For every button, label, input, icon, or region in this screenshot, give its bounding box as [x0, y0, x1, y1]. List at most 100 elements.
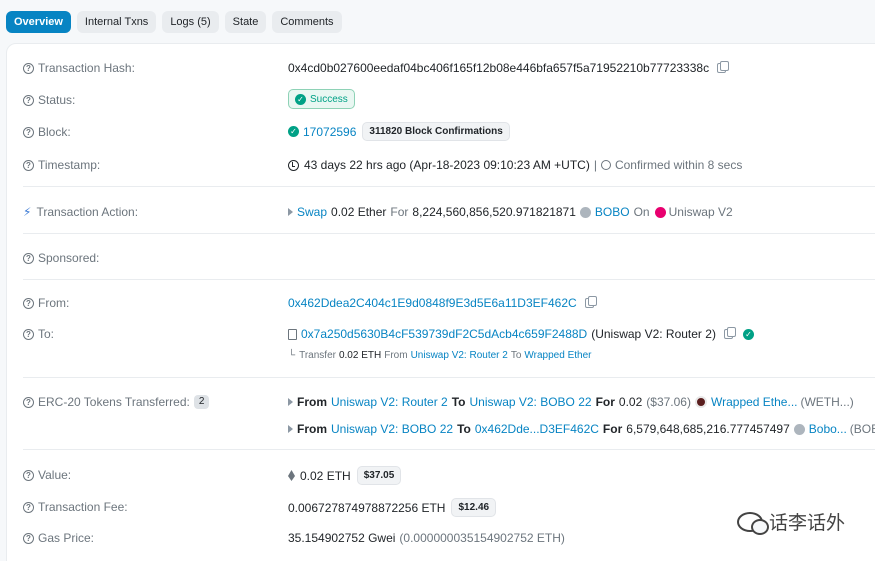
to-address-link[interactable]: 0x7a250d5630B4cF539739dF2C5dAcb4c659F248…: [301, 327, 587, 341]
timer-icon: [600, 160, 611, 170]
tab-overview[interactable]: Overview: [6, 11, 71, 33]
label-timestamp: Timestamp:: [38, 158, 101, 172]
erc20-token-symbol: (BOBO...): [849, 422, 875, 436]
label-tx-fee: Transaction Fee:: [38, 500, 128, 514]
help-icon[interactable]: ?: [23, 252, 34, 264]
internal-to-link[interactable]: Wrapped Ether: [524, 350, 591, 361]
help-icon[interactable]: ?: [23, 297, 34, 309]
value-eth: 0.02 ETH: [300, 468, 351, 483]
row-timestamp: ? Timestamp: 43 days 22 hrs ago (Apr-18-2…: [23, 158, 875, 172]
help-icon[interactable]: ?: [23, 532, 34, 544]
row-from: ? From: 0x462Ddea2C404c1E9d0848f9E3d5E6a1…: [23, 296, 875, 310]
block-number-link[interactable]: 17072596: [303, 125, 356, 139]
dex-name: Uniswap V2: [668, 205, 733, 219]
row-erc20-2: From Uniswap V2: BOBO 22 To 0x462Dde...D…: [23, 422, 875, 436]
row-tx-action: ⚡ Transaction Action: Swap 0.02 Ether For…: [23, 205, 733, 219]
help-icon[interactable]: ?: [23, 501, 34, 513]
clock-icon: [288, 159, 299, 171]
divider: [23, 279, 875, 280]
swap-token-amount: 8,224,560,856,520.971821871: [412, 205, 576, 219]
help-icon[interactable]: ?: [23, 62, 34, 74]
help-icon[interactable]: ?: [23, 469, 34, 481]
erc20-token-symbol: (WETH...): [800, 395, 854, 409]
check-circle-icon: ✓: [295, 93, 306, 105]
tab-logs[interactable]: Logs (5): [162, 11, 219, 33]
help-icon[interactable]: ?: [23, 396, 34, 408]
swap-amount: 0.02 Ether: [331, 205, 387, 219]
lightning-icon: ⚡: [23, 205, 32, 219]
tab-bar: Overview Internal Txns Logs (5) State Co…: [6, 11, 342, 33]
fee-eth: 0.006727874978872256 ETH: [288, 500, 446, 515]
erc20-from-link[interactable]: Uniswap V2: BOBO 22: [331, 422, 453, 436]
row-to: ? To: 0x7a250d5630B4cF539739dF2C5dAcb4c65…: [23, 327, 875, 341]
status-badge: ✓ Success: [288, 89, 355, 109]
watermark-text: 话李话外: [768, 513, 845, 534]
erc20-token-link[interactable]: Wrapped Ethe...: [711, 395, 798, 409]
uniswap-icon: [654, 206, 666, 218]
to-address-name: (Uniswap V2: Router 2): [591, 327, 716, 341]
label-gas-price: Gas Price:: [38, 531, 95, 545]
tab-comments[interactable]: Comments: [272, 11, 342, 33]
check-circle-icon: ✓: [288, 126, 299, 137]
value-usd-badge: $37.05: [356, 466, 402, 485]
timestamp-separator: |: [593, 158, 597, 172]
internal-from-link[interactable]: Uniswap V2: Router 2: [411, 350, 508, 361]
caret-right-icon: [288, 425, 293, 433]
copy-icon[interactable]: [584, 296, 597, 308]
erc20-to-link[interactable]: 0x462Dde...D3EF462C: [475, 422, 599, 436]
caret-right-icon: [288, 398, 293, 406]
fee-usd-badge: $12.46: [451, 498, 497, 517]
copy-icon[interactable]: [723, 327, 736, 339]
erc20-usd: ($37.06): [646, 395, 691, 409]
row-block: ? Block: ✓ 17072596 311820 Block Confirmati…: [23, 122, 875, 143]
tx-hash-value: 0x4cd0b027600eedaf04bc406f165f12b08e446b…: [288, 61, 710, 75]
label-to: To:: [38, 327, 55, 341]
label-from: From:: [38, 296, 70, 310]
gas-eth: (0.000000035154902752 ETH): [399, 531, 565, 545]
help-icon[interactable]: ?: [23, 94, 34, 106]
divider: [23, 377, 875, 378]
weth-token-icon: [694, 396, 707, 408]
tab-state[interactable]: State: [224, 11, 267, 33]
row-tx-hash: ? Transaction Hash: 0x4cd0b027600eedaf04b…: [23, 61, 875, 75]
transaction-details-card: ? Transaction Hash: 0x4cd0b027600eedaf04b…: [6, 43, 875, 561]
label-tx-action: Transaction Action:: [36, 205, 139, 219]
row-status: ? Status: ✓ Success: [23, 89, 875, 111]
bobo-token-link[interactable]: BOBO: [595, 205, 630, 219]
contract-file-icon: [288, 328, 297, 340]
label-tx-hash: Transaction Hash:: [38, 61, 135, 75]
confirmed-within: Confirmed within 8 secs: [614, 158, 743, 172]
ethereum-icon: [288, 470, 295, 481]
bobo-token-icon: [793, 423, 805, 435]
divider: [23, 233, 875, 234]
label-sponsored: Sponsored:: [38, 251, 100, 265]
copy-icon[interactable]: [717, 61, 730, 73]
erc20-transfer-2: From Uniswap V2: BOBO 22 To 0x462Dde...D…: [288, 422, 875, 436]
tree-branch-icon: └: [288, 350, 296, 361]
label-status: Status:: [38, 93, 76, 107]
row-sponsored: ? Sponsored:: [23, 251, 875, 265]
row-value: ? Value: 0.02 ETH $37.05: [23, 466, 875, 486]
gas-gwei: 35.154902752 Gwei: [288, 531, 396, 545]
help-icon[interactable]: ?: [23, 126, 34, 138]
erc20-count-badge: 2: [193, 395, 210, 409]
help-icon[interactable]: ?: [23, 328, 34, 340]
tab-internal-txns[interactable]: Internal Txns: [76, 11, 157, 33]
from-address-link[interactable]: 0x462Ddea2C404c1E9d0848f9E3d5E6a11D3EF46…: [288, 296, 577, 310]
erc20-to-link[interactable]: Uniswap V2: BOBO 22: [470, 395, 592, 409]
erc20-amount: 0.02: [618, 395, 643, 409]
bobo-token-icon: [579, 206, 591, 218]
confirmations-badge: 311820 Block Confirmations: [362, 122, 510, 141]
label-block: Block:: [38, 125, 71, 139]
help-icon[interactable]: ?: [23, 159, 34, 171]
row-erc20: ? ERC-20 Tokens Transferred: 2 From Uniswa…: [23, 395, 875, 409]
erc20-amount: 6,579,648,685,216.777457497: [626, 422, 790, 436]
erc20-token-link[interactable]: Bobo...: [809, 422, 847, 436]
swap-link[interactable]: Swap: [297, 205, 327, 219]
erc20-from-link[interactable]: Uniswap V2: Router 2: [331, 395, 448, 409]
caret-right-icon: [288, 208, 293, 216]
wechat-icon: [736, 511, 769, 535]
erc20-transfer-1: From Uniswap V2: Router 2 To Uniswap V2:…: [288, 395, 854, 409]
internal-amount: 0.02 ETH: [338, 350, 382, 361]
timestamp-value: 43 days 22 hrs ago (Apr-18-2023 09:10:23…: [304, 158, 590, 172]
